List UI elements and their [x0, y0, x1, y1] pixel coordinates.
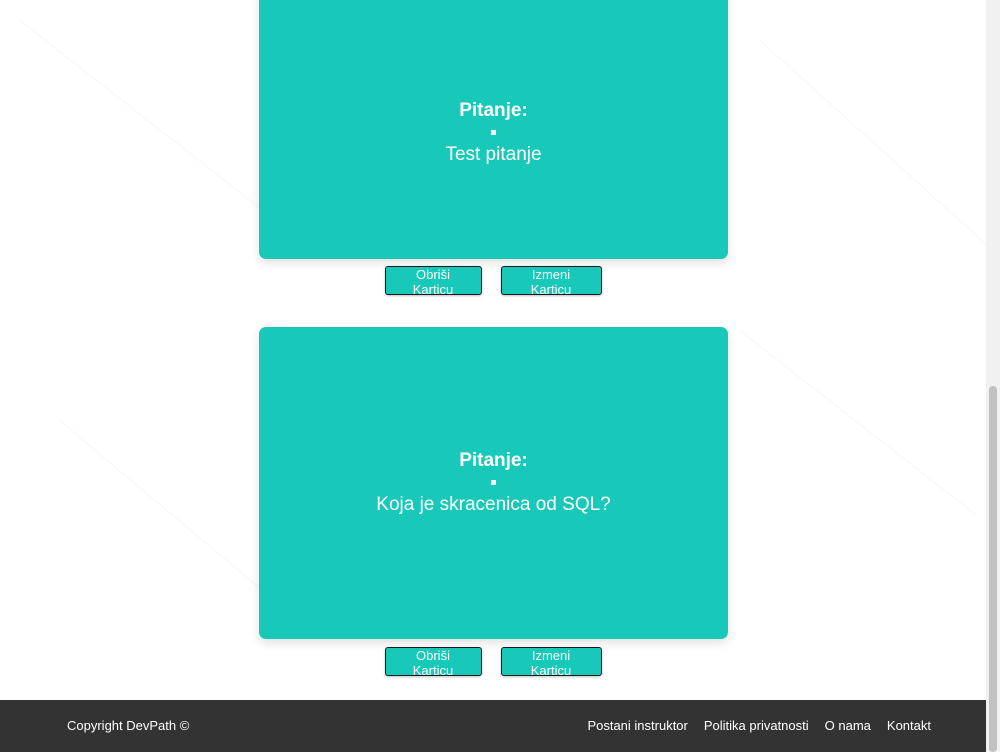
edit-card-button[interactable]: Izmeni Karticu: [500, 647, 602, 678]
footer: Copyright DevPath © Postani instruktor P…: [0, 700, 986, 752]
scrollbar-thumb[interactable]: [989, 386, 997, 752]
card-title: Pitanje:: [459, 450, 528, 471]
delete-card-button[interactable]: Obriši Karticu: [384, 266, 482, 297]
footer-link-o-nama[interactable]: O nama: [825, 718, 871, 733]
footer-link-kontakt[interactable]: Kontakt: [887, 718, 931, 733]
card-actions: Obriši Karticu Izmeni Karticu: [0, 647, 986, 678]
flashcard-content: Pitanje: Test pitanje: [259, 99, 728, 165]
bullet-icon: [491, 129, 496, 135]
footer-link-politika-privatnosti[interactable]: Politika privatnosti: [704, 718, 809, 733]
delete-card-button[interactable]: Obriši Karticu: [384, 647, 482, 678]
card-title: Pitanje:: [459, 99, 528, 121]
copyright-text: Copyright DevPath ©: [67, 718, 190, 733]
flashcard[interactable]: Pitanje: Test pitanje: [259, 0, 728, 259]
edit-card-button[interactable]: Izmeni Karticu: [500, 266, 602, 297]
footer-links: Postani instruktor Politika privatnosti …: [587, 718, 931, 733]
footer-link-postani-instruktor[interactable]: Postani instruktor: [587, 718, 687, 733]
card-question: Test pitanje: [445, 143, 542, 165]
main-content: Pitanje: Test pitanje Obriši Karticu Izm…: [0, 0, 986, 700]
background-decoration: [739, 330, 976, 515]
vertical-scrollbar[interactable]: [986, 0, 1000, 752]
background-decoration: [759, 40, 986, 255]
bullet-icon: [491, 480, 496, 485]
card-question: Koja je skracenica od SQL?: [376, 494, 611, 515]
flashcard[interactable]: Pitanje: Koja je skracenica od SQL?: [259, 327, 728, 639]
flashcard-content: Pitanje: Koja je skracenica od SQL?: [259, 450, 728, 516]
page: Pitanje: Test pitanje Obriši Karticu Izm…: [0, 0, 1000, 752]
card-actions: Obriši Karticu Izmeni Karticu: [0, 266, 986, 297]
